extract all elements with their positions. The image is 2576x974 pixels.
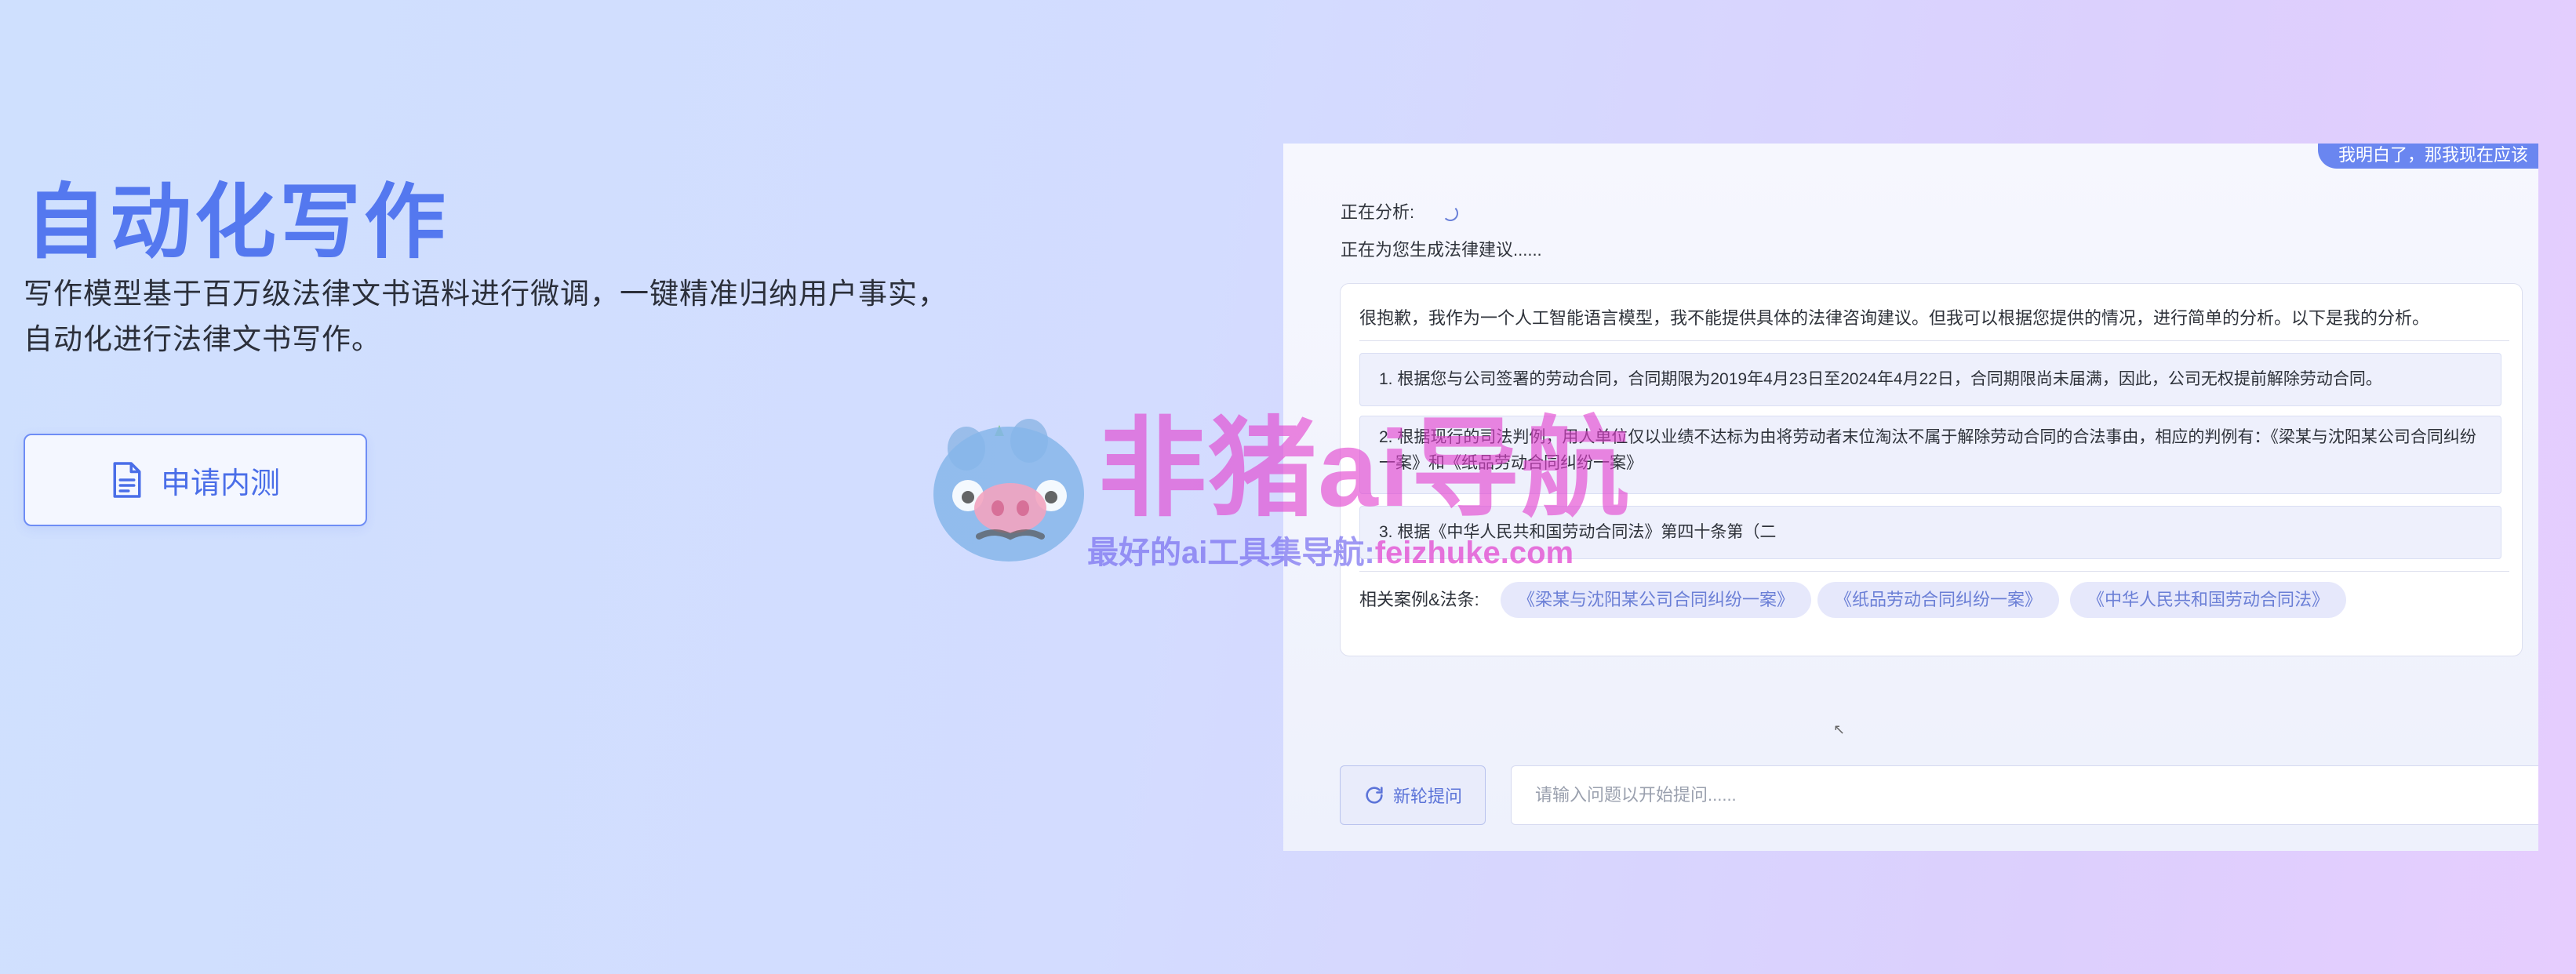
apply-beta-button[interactable]: 申请内测 [24, 434, 367, 526]
related-tag-case-2[interactable]: 《纸品劳动合同纠纷一案》 [1817, 582, 2060, 618]
divider [1359, 340, 2509, 341]
hero-title: 自动化写作 [25, 177, 449, 268]
related-tag-case-1[interactable]: 《梁某与沈阳某公司合同纠纷一案》 [1501, 582, 1812, 618]
spinner-icon [1443, 205, 1459, 222]
related-cases-label: 相关案例&法条: [1359, 590, 1479, 609]
related-tag-law[interactable]: 《中华人民共和国劳动合同法》 [2070, 582, 2347, 618]
demo-chat-panel: 我明白了，那我现在应该 正在分析: 正在为您生成法律建议...... 很抱歉，我… [1283, 144, 2538, 851]
apply-beta-button-label: 申请内测 [160, 467, 280, 500]
question-input[interactable] [1511, 765, 2538, 825]
new-question-button[interactable]: 新轮提问 [1340, 765, 1486, 825]
user-message-bubble: 我明白了，那我现在应该 [2318, 144, 2538, 169]
answer-point-2: 2. 根据现行的司法判例，用人单位仅以业绩不达标为由将劳动者末位淘汰不属于解除劳… [1359, 416, 2501, 494]
divider [1359, 571, 2509, 572]
pig-logo-icon [933, 419, 1084, 562]
answer-point-3: 3. 根据《中华人民共和国劳动合同法》第四十条第（二 [1359, 506, 2501, 559]
mouse-cursor-icon: ↖ [1833, 721, 1846, 737]
status-analyzing: 正在分析: [1341, 198, 1459, 224]
hero-description-line-1: 写作模型基于百万级法律文书语料进行微调，一键精准归纳用户事实， [24, 278, 948, 310]
answer-card: 很抱歉，我作为一个人工智能语言模型，我不能提供具体的法律咨询建议。但我可以根据您… [1340, 283, 2523, 656]
hero-description-line-2: 自动化进行法律文书写作。 [24, 323, 381, 355]
status-generating: 正在为您生成法律建议...... [1341, 240, 1542, 260]
new-question-button-label: 新轮提问 [1392, 787, 1462, 806]
answer-point-1: 1. 根据您与公司签署的劳动合同，合同期限为2019年4月23日至2024年4月… [1359, 353, 2501, 406]
document-icon [113, 462, 141, 498]
status-analyzing-label: 正在分析: [1341, 202, 1415, 222]
refresh-icon [1366, 787, 1383, 804]
answer-intro: 很抱歉，我作为一个人工智能语言模型，我不能提供具体的法律咨询建议。但我可以根据您… [1359, 308, 2430, 328]
hero-description: 写作模型基于百万级法律文书语料进行微调，一键精准归纳用户事实， 自动化进行法律文… [24, 271, 949, 362]
